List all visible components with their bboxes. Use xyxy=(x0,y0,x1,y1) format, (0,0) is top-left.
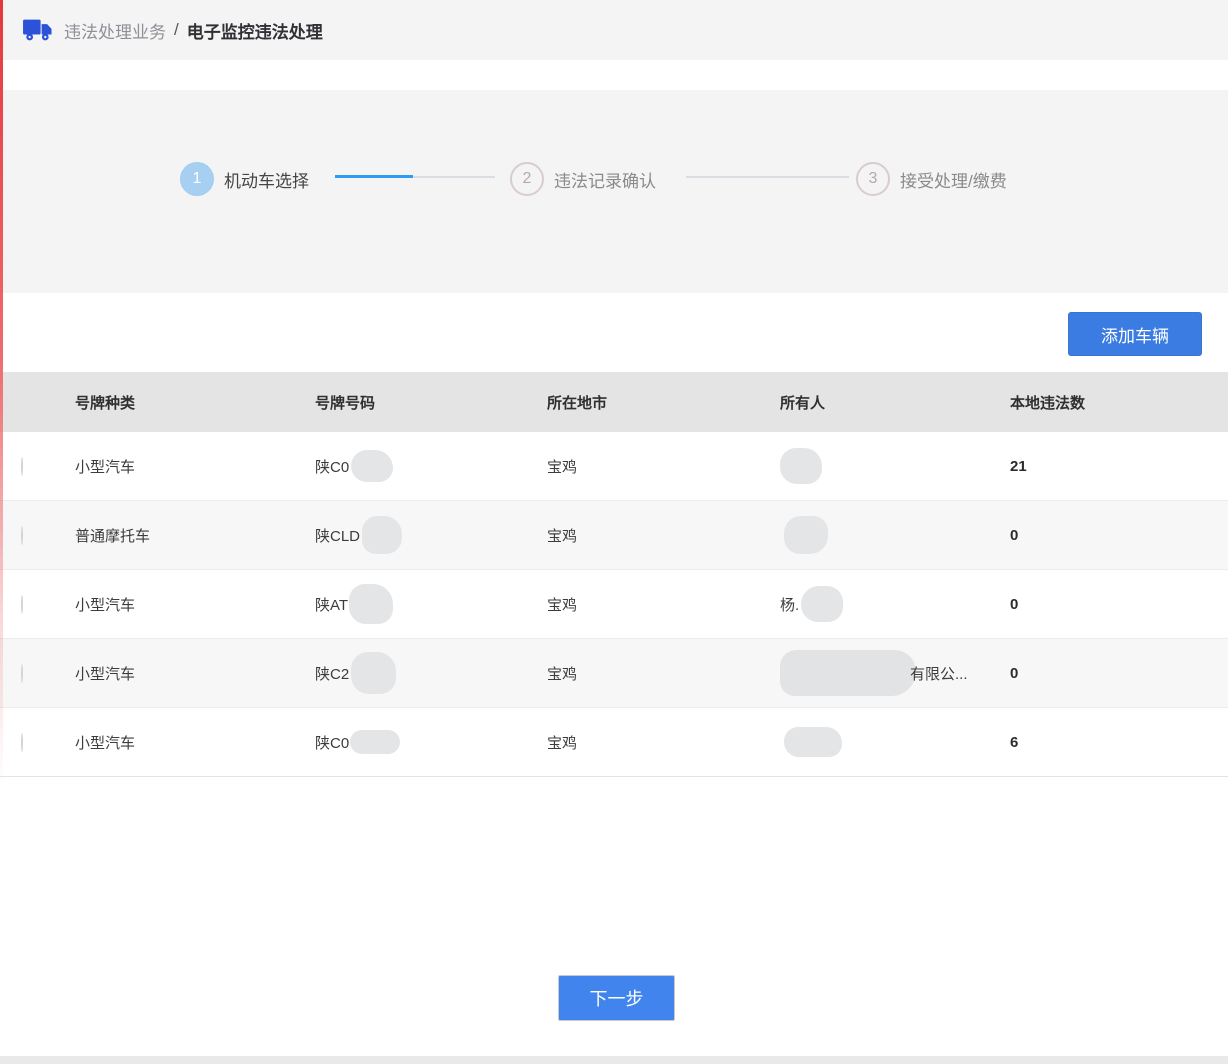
redacted-plate-blur xyxy=(350,730,400,754)
plate-number-cell: 陕C0 xyxy=(315,450,547,482)
vehicle-radio[interactable] xyxy=(21,595,23,614)
owner-cell xyxy=(780,448,1010,484)
step-1-circle: 1 xyxy=(180,162,214,196)
plate-number-text: 陕C0 xyxy=(315,456,349,477)
col-header-local-violations: 本地违法数 xyxy=(1010,392,1228,413)
plate-type-cell: 小型汽车 xyxy=(75,732,315,753)
plate-type-cell: 普通摩托车 xyxy=(75,525,315,546)
plate-number-text: 陕C0 xyxy=(315,732,349,753)
spacer xyxy=(0,60,1228,90)
redacted-plate-blur xyxy=(351,450,393,482)
violation-count: 0 xyxy=(1010,665,1228,682)
city-cell: 宝鸡 xyxy=(547,594,780,615)
owner-cell: 有限公... xyxy=(780,650,1010,696)
redacted-plate-blur xyxy=(351,652,396,694)
vehicle-table: 号牌种类 号牌号码 所在地市 所有人 本地违法数 小型汽车 陕C0 宝鸡 21 … xyxy=(0,372,1228,777)
redacted-owner-blur xyxy=(784,727,842,757)
plate-number-cell: 陕AT xyxy=(315,584,547,624)
progress-line-active xyxy=(335,175,413,178)
owner-text-suffix: 有限公... xyxy=(910,663,968,684)
footer-area: 下一步 xyxy=(0,777,1228,1056)
redacted-owner-blur xyxy=(780,650,916,696)
table-row[interactable]: 普通摩托车 陕CLD 宝鸡 0 xyxy=(0,501,1228,570)
vehicle-radio[interactable] xyxy=(21,733,23,752)
breadcrumb-separator: / xyxy=(174,20,179,40)
step-3-label: 接受处理/缴费 xyxy=(900,167,1007,192)
table-row[interactable]: 小型汽车 陕C0 宝鸡 6 xyxy=(0,708,1228,777)
table-row[interactable]: 小型汽车 陕AT 宝鸡 杨. 0 xyxy=(0,570,1228,639)
step-wizard: 1 机动车选择 2 违法记录确认 3 接受处理/缴费 xyxy=(0,90,1228,293)
step-2-violation-confirmation: 2 违法记录确认 xyxy=(510,162,656,196)
violation-count: 0 xyxy=(1010,596,1228,613)
col-header-city: 所在地市 xyxy=(547,392,780,413)
owner-cell xyxy=(780,727,1010,757)
breadcrumb-section[interactable]: 违法处理业务 xyxy=(64,18,166,43)
vehicle-radio[interactable] xyxy=(21,664,23,683)
step-3-payment: 3 接受处理/缴费 xyxy=(856,162,1007,196)
progress-line-1 xyxy=(413,176,495,178)
plate-number-cell: 陕CLD xyxy=(315,516,547,554)
city-cell: 宝鸡 xyxy=(547,525,780,546)
plate-number-text: 陕CLD xyxy=(315,525,360,546)
breadcrumb-bar: 违法处理业务 / 电子监控违法处理 xyxy=(0,0,1228,60)
redacted-owner-blur xyxy=(801,586,843,622)
step-2-circle: 2 xyxy=(510,162,544,196)
redacted-plate-blur xyxy=(349,584,393,624)
progress-line-2 xyxy=(686,176,849,178)
redacted-owner-blur xyxy=(784,516,828,554)
table-row[interactable]: 小型汽车 陕C0 宝鸡 21 xyxy=(0,432,1228,501)
redacted-plate-blur xyxy=(362,516,402,554)
truck-icon xyxy=(22,17,54,43)
city-cell: 宝鸡 xyxy=(547,456,780,477)
city-cell: 宝鸡 xyxy=(547,663,780,684)
owner-cell xyxy=(780,516,1010,554)
breadcrumb-current: 电子监控违法处理 xyxy=(187,18,323,43)
add-vehicle-button[interactable]: 添加车辆 xyxy=(1068,312,1202,356)
violation-count: 6 xyxy=(1010,734,1228,751)
col-header-owner: 所有人 xyxy=(780,392,1010,413)
step-3-circle: 3 xyxy=(856,162,890,196)
plate-type-cell: 小型汽车 xyxy=(75,456,315,477)
owner-text: 杨. xyxy=(780,594,799,615)
page: 违法处理业务 / 电子监控违法处理 1 机动车选择 2 违法记录确认 3 接受处… xyxy=(0,0,1228,1064)
city-cell: 宝鸡 xyxy=(547,732,780,753)
plate-number-cell: 陕C2 xyxy=(315,652,547,694)
vehicle-radio[interactable] xyxy=(21,526,23,545)
plate-type-cell: 小型汽车 xyxy=(75,594,315,615)
col-header-plate-number: 号牌号码 xyxy=(315,392,547,413)
owner-cell: 杨. xyxy=(780,586,1010,622)
step-1-label: 机动车选择 xyxy=(224,167,309,192)
plate-number-cell: 陕C0 xyxy=(315,730,547,754)
table-row[interactable]: 小型汽车 陕C2 宝鸡 有限公... 0 xyxy=(0,639,1228,708)
redacted-owner-blur xyxy=(780,448,822,484)
table-header-row: 号牌种类 号牌号码 所在地市 所有人 本地违法数 xyxy=(0,372,1228,432)
vehicle-radio[interactable] xyxy=(21,457,23,476)
left-red-accent-line xyxy=(0,0,3,790)
col-header-plate-type: 号牌种类 xyxy=(75,392,315,413)
plate-number-text: 陕C2 xyxy=(315,663,349,684)
step-1-vehicle-selection: 1 机动车选择 xyxy=(180,162,309,196)
table-toolbar: 添加车辆 xyxy=(0,293,1228,372)
next-step-button[interactable]: 下一步 xyxy=(558,975,675,1021)
plate-type-cell: 小型汽车 xyxy=(75,663,315,684)
step-2-label: 违法记录确认 xyxy=(554,167,656,192)
plate-number-text: 陕AT xyxy=(315,594,348,615)
bottom-edge-strip xyxy=(0,1056,1228,1064)
violation-count: 21 xyxy=(1010,458,1228,475)
violation-count: 0 xyxy=(1010,527,1228,544)
